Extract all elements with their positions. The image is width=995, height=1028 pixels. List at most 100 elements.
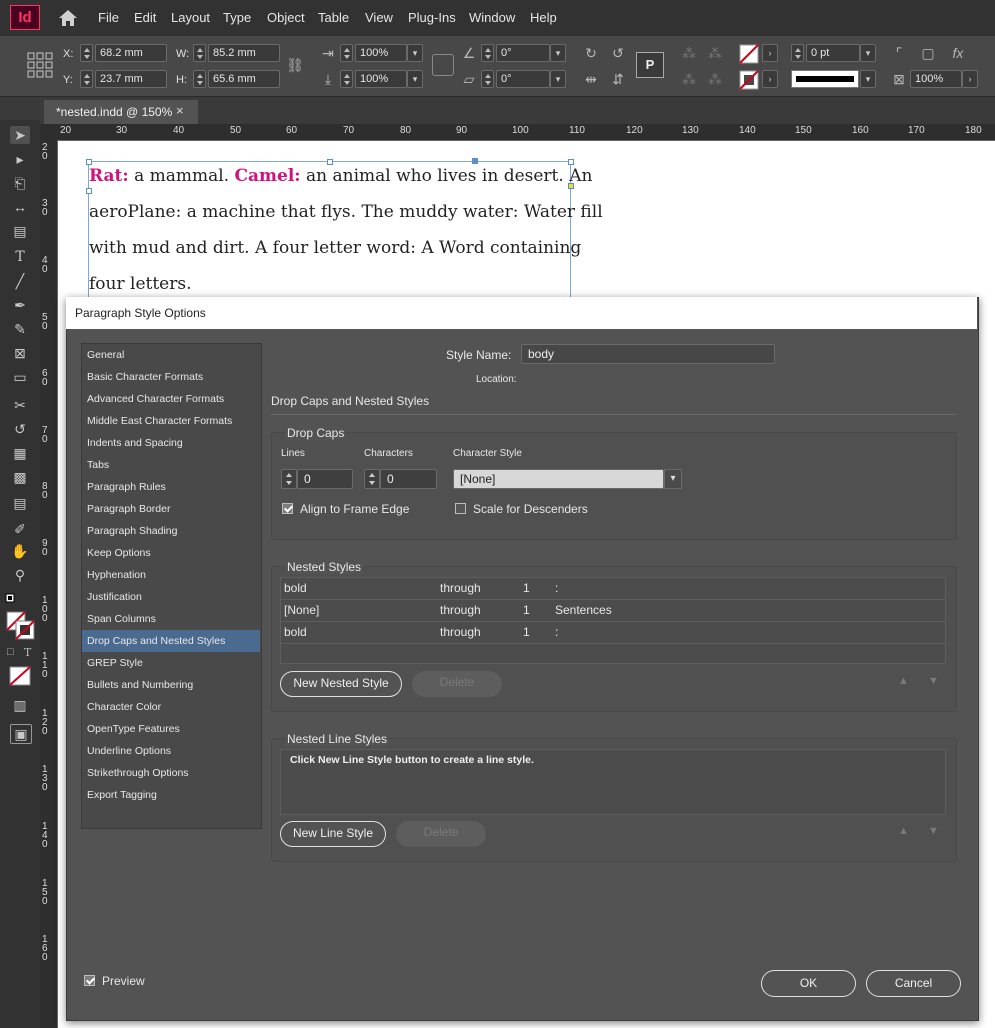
scale-y-stepper[interactable] xyxy=(340,70,353,88)
style-name-field[interactable]: body xyxy=(521,344,775,364)
align-left-icon[interactable]: ⁂ xyxy=(680,44,698,62)
menu-view[interactable]: View xyxy=(365,10,393,25)
nested-style-count[interactable]: 1 xyxy=(523,577,530,599)
selection-tool-icon[interactable]: ➤ xyxy=(10,126,30,144)
w-field[interactable]: 85.2 mm xyxy=(208,44,280,62)
note-tool-icon[interactable]: ▤ xyxy=(10,494,30,512)
scale-for-descenders-checkbox[interactable] xyxy=(455,503,466,514)
scale-x-stepper[interactable] xyxy=(340,44,353,62)
nested-style-row[interactable]: bold through 1 : xyxy=(281,621,945,644)
menu-window[interactable]: Window xyxy=(469,10,515,25)
category-item-basic-character-formats[interactable]: Basic Character Formats xyxy=(82,366,260,388)
category-item-underline-options[interactable]: Underline Options xyxy=(82,740,260,762)
content-collector-icon[interactable]: ▤ xyxy=(10,222,30,240)
category-item-tabs[interactable]: Tabs xyxy=(82,454,260,476)
nested-style-mode[interactable]: through xyxy=(440,599,481,621)
y-stepper[interactable] xyxy=(80,70,93,88)
lines-stepper[interactable] xyxy=(281,469,297,489)
rotate-stepper[interactable] xyxy=(481,44,494,62)
shear-stepper[interactable] xyxy=(481,70,494,88)
rotate-field[interactable]: 0° xyxy=(496,44,550,62)
type-tool-icon[interactable]: T xyxy=(10,248,30,266)
pencil-tool-icon[interactable]: ✎ xyxy=(10,320,30,338)
preview-checkbox[interactable] xyxy=(84,975,95,986)
characters-field[interactable]: 0 xyxy=(380,469,437,489)
rotate-dropdown[interactable]: ▾ xyxy=(550,44,566,62)
menu-type[interactable]: Type xyxy=(223,10,251,25)
gap-tool-icon[interactable]: ↔ xyxy=(10,198,30,216)
align-to-frame-edge-checkbox[interactable] xyxy=(282,503,293,514)
fill-none-icon[interactable] xyxy=(739,44,759,64)
opacity-dropdown[interactable]: › xyxy=(962,70,978,88)
hand-tool-icon[interactable]: ✋ xyxy=(10,542,30,560)
eyedropper-tool-icon[interactable]: ✐ xyxy=(10,520,30,538)
y-field[interactable]: 23.7 mm xyxy=(95,70,167,88)
distribute-center-icon[interactable]: ⁂ xyxy=(706,70,724,88)
category-item-opentype-features[interactable]: OpenType Features xyxy=(82,718,260,740)
scale-y-field[interactable]: 100% xyxy=(355,70,407,88)
menu-plugins[interactable]: Plug-Ins xyxy=(408,10,456,25)
stroke-weight-stepper[interactable] xyxy=(791,44,804,62)
category-item-grep-style[interactable]: GREP Style xyxy=(82,652,260,674)
pen-tool-icon[interactable]: ✒ xyxy=(10,296,30,314)
menu-layout[interactable]: Layout xyxy=(171,10,210,25)
stroke-dropdown[interactable]: › xyxy=(762,70,778,88)
stroke-weight-field[interactable]: 0 pt xyxy=(806,44,860,62)
new-line-style-button[interactable]: New Line Style xyxy=(280,821,386,847)
ok-button[interactable]: OK xyxy=(761,970,856,997)
line-tool-icon[interactable]: ╱ xyxy=(10,272,30,290)
menu-object[interactable]: Object xyxy=(267,10,305,25)
zoom-tool-icon[interactable]: ⚲ xyxy=(10,566,30,584)
category-item-paragraph-border[interactable]: Paragraph Border xyxy=(82,498,260,520)
menu-help[interactable]: Help xyxy=(530,10,557,25)
effects-icon[interactable]: fx xyxy=(949,44,967,62)
nested-style-name[interactable]: [None] xyxy=(284,599,319,621)
ruler-origin[interactable] xyxy=(40,124,58,140)
nested-style-mode[interactable]: through xyxy=(440,577,481,599)
nested-style-count[interactable]: 1 xyxy=(523,599,530,621)
direct-selection-tool-icon[interactable]: ▸ xyxy=(10,150,30,168)
category-item-advanced-character-formats[interactable]: Advanced Character Formats xyxy=(82,388,260,410)
opacity-field[interactable]: 100% xyxy=(910,70,962,88)
category-item-indents-and-spacing[interactable]: Indents and Spacing xyxy=(82,432,260,454)
shear-dropdown[interactable]: ▾ xyxy=(550,70,566,88)
distribute-left-icon[interactable]: ⁂ xyxy=(680,70,698,88)
formatting-text-icon[interactable]: T xyxy=(24,646,31,659)
chevron-down-icon[interactable]: ▾ xyxy=(664,469,682,489)
delete-line-style-button[interactable]: Delete xyxy=(396,821,486,847)
character-style-select[interactable]: [None] xyxy=(453,469,664,489)
rectangle-frame-tool-icon[interactable]: ⊠ xyxy=(10,344,30,362)
new-nested-style-button[interactable]: New Nested Style xyxy=(280,671,402,697)
characters-stepper[interactable] xyxy=(364,469,380,489)
align-center-icon[interactable]: ⁂ xyxy=(706,44,724,62)
stroke-none-icon[interactable] xyxy=(739,70,759,90)
preview-mode-icon[interactable]: ▣ xyxy=(10,724,32,744)
rectangle-tool-icon[interactable]: ▭ xyxy=(10,368,30,386)
move-down-icon[interactable]: ▼ xyxy=(928,826,939,837)
fill-stroke-swatch-icon[interactable] xyxy=(4,592,36,642)
menu-table[interactable]: Table xyxy=(318,10,349,25)
nested-style-mode[interactable]: through xyxy=(440,621,481,643)
nested-style-name[interactable]: bold xyxy=(284,621,307,643)
formatting-container-icon[interactable]: □ xyxy=(7,646,14,658)
home-icon[interactable] xyxy=(58,9,78,27)
category-item-justification[interactable]: Justification xyxy=(82,586,260,608)
shear-field[interactable]: 0° xyxy=(496,70,550,88)
stroke-weight-dropdown[interactable]: ▾ xyxy=(860,44,876,62)
nested-style-name[interactable]: bold xyxy=(284,577,307,599)
h-stepper[interactable] xyxy=(193,70,206,88)
category-item-strikethrough-options[interactable]: Strikethrough Options xyxy=(82,762,260,784)
category-item-export-tagging[interactable]: Export Tagging xyxy=(82,784,260,806)
rotate-cw-icon[interactable]: ↻ xyxy=(582,44,600,62)
delete-nested-style-button[interactable]: Delete xyxy=(412,671,502,697)
nested-style-row[interactable]: bold through 1 : xyxy=(281,577,945,600)
category-item-hyphenation[interactable]: Hyphenation xyxy=(82,564,260,586)
dialog-titlebar[interactable]: Paragraph Style Options xyxy=(66,297,977,329)
category-item-middle-east-character-formats[interactable]: Middle East Character Formats xyxy=(82,410,260,432)
x-field[interactable]: 68.2 mm xyxy=(95,44,167,62)
fill-dropdown[interactable]: › xyxy=(762,44,778,62)
free-transform-tool-icon[interactable]: ↺ xyxy=(10,420,30,438)
category-item-general[interactable]: General xyxy=(82,344,260,366)
scale-y-dropdown[interactable]: ▾ xyxy=(407,70,423,88)
category-item-keep-options[interactable]: Keep Options xyxy=(82,542,260,564)
